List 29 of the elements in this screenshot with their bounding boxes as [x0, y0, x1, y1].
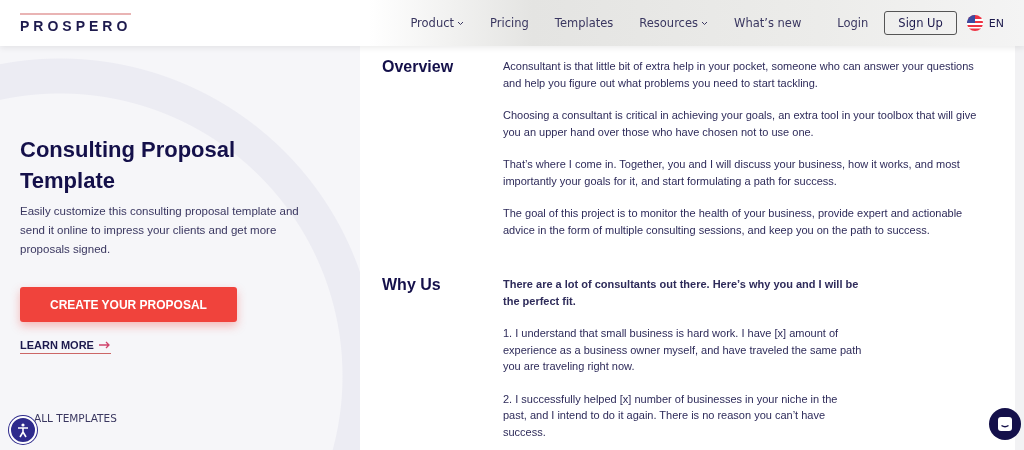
- paragraph: 2. I successfully helped [x] number of businesses in your niche in the past, and I intend to do it again. There is no reason you can’t have success.: [503, 391, 839, 440]
- paragraph: The goal of this project is to monitor the health of your business, provide expert and actionable advice in the form of multiple consulting sessions, and keep you on the path to success.: [503, 206, 964, 238]
- paragraph: 1. I understand that small business is hard work. I have [x] amount of experience as a business owner myself, and have traveled the same path you are traveling right now.: [503, 326, 863, 374]
- chevron-down-icon: [457, 20, 465, 26]
- nav-link[interactable]: Product: [410, 16, 465, 30]
- login-link[interactable]: Login: [837, 16, 869, 30]
- flag-icon[interactable]: [966, 15, 983, 31]
- arrow-right-icon: [98, 341, 111, 349]
- page-title: Consulting Proposal Template: [20, 136, 237, 195]
- logo[interactable]: PROSPERO: [20, 12, 132, 34]
- sign-up-button[interactable]: Sign Up: [884, 11, 957, 35]
- create-proposal-button[interactable]: CREATE YOUR PROPOSAL: [20, 287, 237, 322]
- nav-link[interactable]: Resources: [639, 16, 708, 30]
- paragraph: There are a lot of consultants out there. Here’s why you and I will be the perfect fit.: [503, 277, 860, 309]
- nav-link[interactable]: Templates: [554, 16, 614, 30]
- nav-link[interactable]: What’s new: [734, 16, 802, 30]
- paragraph: Choosing a consultant is critical in achieving your goals, an extra tool in your toolbox that will give you an upper hand over those who have chosen not to use one.: [503, 108, 978, 140]
- chat-icon: [997, 416, 1013, 432]
- nav-link[interactable]: Pricing: [490, 16, 529, 30]
- all-templates-link[interactable]: ALL TEMPLATES: [34, 412, 340, 424]
- language-label[interactable]: EN: [988, 16, 1004, 30]
- paragraph: Aconsultant is that little bit of extra help in your pocket, someone who can answer your questions and help you figure out what problems you need to start tackling.: [503, 59, 975, 91]
- section-heading: Overview: [382, 58, 455, 77]
- chevron-down-icon: [701, 20, 708, 26]
- description: Easily customize this consulting proposal template and send it online to impress your clients and get more proposals signed.: [20, 204, 300, 257]
- person-icon: [15, 422, 31, 438]
- section-heading: Why Us: [382, 276, 442, 295]
- paragraph: That’s where I come in. Together, you and I will discuss your business, how it works, and most importantly your goals for it, and start formulating a path for success.: [503, 157, 961, 189]
- learn-more-link[interactable]: LEARN MORE: [20, 339, 111, 354]
